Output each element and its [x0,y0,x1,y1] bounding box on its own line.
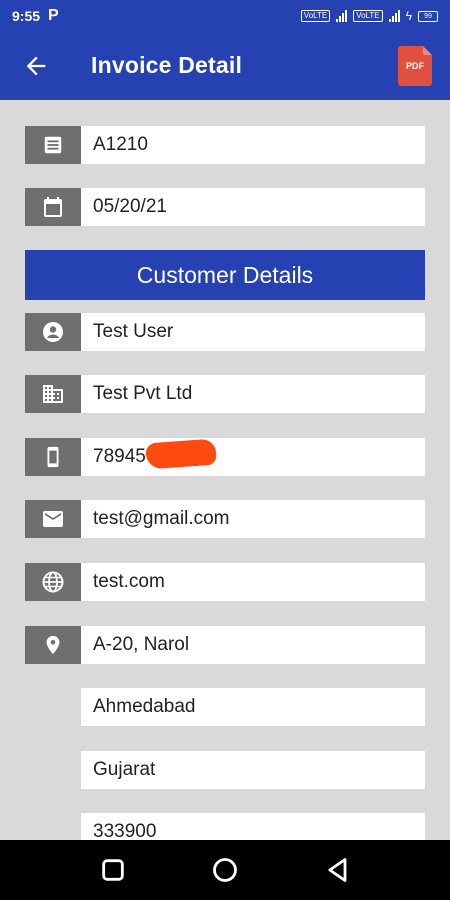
pdf-export-button[interactable]: PDF [398,46,432,86]
customer-state-field[interactable]: Gujarat [81,751,425,789]
customer-company-row: Test Pvt Ltd [25,375,425,413]
customer-email-row: test@gmail.com [25,500,425,538]
home-icon[interactable] [211,856,239,884]
location-pin-icon [25,626,81,664]
back-triangle-icon[interactable] [324,856,352,884]
customer-name-field[interactable]: Test User [81,313,425,351]
volte-badge-2: VoLTE [353,10,383,22]
charging-icon: ϟ [405,9,412,23]
app-bar: Invoice Detail PDF [0,32,450,100]
signal-icon-2 [388,10,400,22]
status-bar: 9:55 P VoLTE VoLTE ϟ 99 [0,0,450,32]
customer-company-field[interactable]: Test Pvt Ltd [81,375,425,413]
customer-details-header: Customer Details [25,250,425,300]
page-title: Invoice Detail [91,52,243,78]
signal-icon-1 [336,10,348,22]
customer-website-field[interactable]: test.com [81,563,425,601]
pdf-icon-label: PDF [406,61,424,71]
battery-icon: 99 [418,10,438,22]
customer-address-line1-field[interactable]: A-20, Narol [81,626,425,664]
customer-website-row: test.com [25,563,425,601]
business-icon [25,375,81,413]
invoice-date-field[interactable]: 05/20/21 [81,188,425,226]
customer-phone-field[interactable]: 78945 [81,438,425,476]
customer-city-row: Ahmedabad [25,688,425,726]
status-time: 9:55 [12,8,41,24]
customer-name-row: Test User [25,313,425,351]
phone-icon [25,438,81,476]
customer-city-field[interactable]: Ahmedabad [81,688,425,726]
back-arrow-icon[interactable] [22,52,50,80]
volte-badge-1: VoLTE [300,10,331,22]
account-circle-icon [25,313,81,351]
receipt-icon [25,126,81,164]
redaction-mark [145,438,217,470]
email-icon [25,500,81,538]
p-letter-icon: P [48,7,59,24]
invoice-number-field[interactable]: A1210 [81,126,425,164]
status-icons: VoLTE VoLTE ϟ 99 [300,9,438,23]
customer-phone-row: 78945 [25,438,425,476]
recent-apps-icon[interactable] [99,856,127,884]
customer-address-row: A-20, Narol [25,626,425,664]
calendar-icon [25,188,81,226]
invoice-date-row: 05/20/21 [25,188,425,226]
globe-icon [25,563,81,601]
system-nav-bar [0,840,450,900]
invoice-number-row: A1210 [25,126,425,164]
customer-email-field[interactable]: test@gmail.com [81,500,425,538]
customer-state-row: Gujarat [25,751,425,789]
